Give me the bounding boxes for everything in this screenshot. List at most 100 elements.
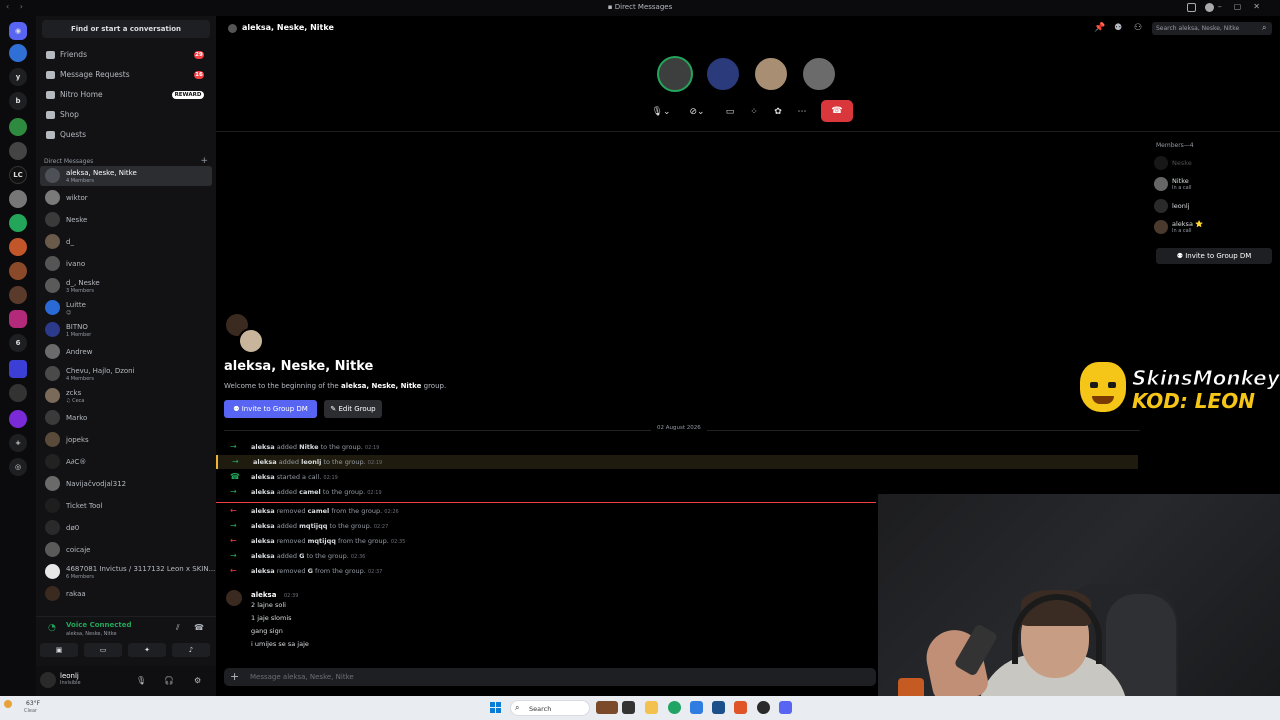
server-icon[interactable] [9, 310, 27, 328]
mail-icon[interactable] [690, 701, 703, 714]
event-actor[interactable]: aleksa [251, 522, 275, 530]
event-actor[interactable]: aleksa [251, 473, 275, 481]
taskbar-search[interactable]: Search [510, 700, 590, 716]
event-target[interactable]: G [308, 567, 313, 575]
user-name[interactable]: leonlj [60, 672, 79, 680]
dm-item[interactable]: Marko [40, 408, 212, 428]
user-avatar[interactable] [40, 672, 56, 688]
event-target[interactable]: camel [299, 488, 321, 496]
event-actor[interactable]: aleksa [251, 507, 275, 515]
weather-temp[interactable]: 63°F [26, 700, 40, 707]
dm-item[interactable]: d_, Neske 3 Members [40, 276, 212, 296]
inbox-tray-icon[interactable] [1187, 3, 1196, 12]
file-explorer-icon[interactable] [645, 701, 658, 714]
deafen-icon[interactable]: 🎧 [164, 676, 174, 685]
dm-item[interactable]: dø0 [40, 518, 212, 538]
server-icon[interactable]: b [9, 92, 27, 110]
server-icon[interactable]: y [9, 68, 27, 86]
event-actor[interactable]: aleksa [253, 458, 277, 466]
invite-to-group-button[interactable]: ⚉ Invite to Group DM [224, 400, 317, 418]
event-actor[interactable]: aleksa [251, 552, 275, 560]
event-actor[interactable]: aleksa [251, 488, 275, 496]
server-icon[interactable] [9, 44, 27, 62]
message-author[interactable]: aleksa [251, 591, 276, 599]
taskbar-app-icon[interactable] [596, 701, 618, 714]
disconnect-icon[interactable]: ☎ [194, 623, 204, 632]
server-icon[interactable] [9, 142, 27, 160]
dm-item[interactable]: Luitte 😉 [40, 298, 212, 318]
start-icon[interactable] [490, 702, 502, 714]
add-friends-icon[interactable]: ⚉ [1114, 23, 1122, 33]
noise-suppression-icon[interactable]: ⫽ [176, 623, 180, 633]
server-icon[interactable] [9, 262, 27, 280]
voice-channel[interactable]: aleksa, Neske, Nitke [66, 631, 117, 637]
event-actor[interactable]: aleksa [251, 443, 275, 451]
nav-nitro-home[interactable]: Nitro Home REWARD [42, 86, 210, 104]
attach-plus-icon[interactable]: + [230, 670, 239, 683]
soundboard-icon[interactable]: ♪ [172, 643, 210, 657]
server-icon[interactable] [9, 118, 27, 136]
brave-icon[interactable] [734, 701, 747, 714]
mute-icon[interactable]: 🎙 [136, 676, 146, 685]
add-server-icon[interactable]: + [9, 434, 27, 452]
dm-item[interactable]: A∂C® [40, 452, 212, 472]
edit-group-button[interactable]: ✎ Edit Group [324, 400, 382, 418]
leave-call-button[interactable]: ☎ [821, 100, 853, 122]
event-actor[interactable]: aleksa [251, 567, 275, 575]
member-item[interactable]: leonlj [1154, 196, 1272, 216]
dm-item[interactable]: aleksa, Neske, Nitke 4 Members [40, 166, 212, 186]
discord-home-icon[interactable]: ◉ [9, 22, 27, 40]
call-participant-avatar[interactable] [657, 56, 693, 92]
dm-item[interactable]: Andrew [40, 342, 212, 362]
call-participant-avatar[interactable] [705, 56, 741, 92]
event-target[interactable]: leonlj [301, 458, 321, 466]
event-target[interactable]: mqtijqq [308, 537, 336, 545]
soundboard-icon[interactable]: ✿ [770, 103, 786, 121]
event-target[interactable]: mqtijqq [299, 522, 327, 530]
server-icon[interactable] [9, 190, 27, 208]
member-item[interactable]: Nitke In a call [1154, 174, 1272, 194]
nav-quests[interactable]: Quests [42, 126, 210, 144]
task-view-icon[interactable] [622, 701, 635, 714]
dm-item[interactable]: BITNO 1 Member [40, 320, 212, 340]
server-icon[interactable] [9, 384, 27, 402]
camera-off-icon[interactable]: ⊘⌄ [682, 103, 712, 121]
more-options-icon[interactable]: ⋯ [794, 103, 810, 121]
discover-icon[interactable]: ◎ [9, 458, 27, 476]
dm-item[interactable]: jopeks [40, 430, 212, 450]
dm-item[interactable]: Navijačvodjal312 [40, 474, 212, 494]
server-icon[interactable] [9, 286, 27, 304]
dm-item[interactable]: Neske [40, 210, 212, 230]
screen-share-icon[interactable]: ▭ [84, 643, 122, 657]
event-actor[interactable]: aleksa [251, 537, 275, 545]
message-avatar[interactable] [226, 590, 242, 606]
event-target[interactable]: Nitke [299, 443, 318, 451]
dm-item[interactable]: zcks ♫ Ceca [40, 386, 212, 406]
message-input[interactable] [250, 668, 850, 686]
dm-item[interactable]: rakaa [40, 584, 212, 604]
member-item[interactable]: aleksa ⭐ In a call [1154, 217, 1272, 237]
nav-friends[interactable]: Friends 29 [42, 46, 210, 64]
server-icon[interactable]: LC [9, 166, 27, 184]
call-participant-avatar[interactable] [753, 56, 789, 92]
chat-search-input[interactable]: Search aleksa, Neske, Nitke [1152, 22, 1272, 35]
server-folder-icon[interactable] [9, 360, 27, 378]
server-icon[interactable] [9, 214, 27, 232]
nav-message-requests[interactable]: Message Requests 16 [42, 66, 210, 84]
discord-taskbar-icon[interactable] [779, 701, 792, 714]
store-icon[interactable] [712, 701, 725, 714]
chrome-icon[interactable] [757, 701, 770, 714]
server-icon[interactable]: 6 [9, 334, 27, 352]
activities-icon[interactable]: ✦ [128, 643, 166, 657]
settings-gear-icon[interactable]: ⚙ [194, 676, 201, 685]
camera-toggle-icon[interactable]: ▣ [40, 643, 78, 657]
dm-item[interactable]: Chevu, Hajlo, Dzoni 4 Members [40, 364, 212, 384]
help-icon[interactable] [1205, 3, 1214, 12]
event-target[interactable]: G [299, 552, 304, 560]
create-dm-icon[interactable]: + [200, 156, 208, 166]
screen-share-icon[interactable]: ▭ [722, 103, 738, 121]
server-icon[interactable] [9, 410, 27, 428]
event-target[interactable]: camel [308, 507, 330, 515]
member-item[interactable]: Neske [1154, 153, 1272, 173]
members-invite-button[interactable]: ⚉ Invite to Group DM [1156, 248, 1272, 264]
